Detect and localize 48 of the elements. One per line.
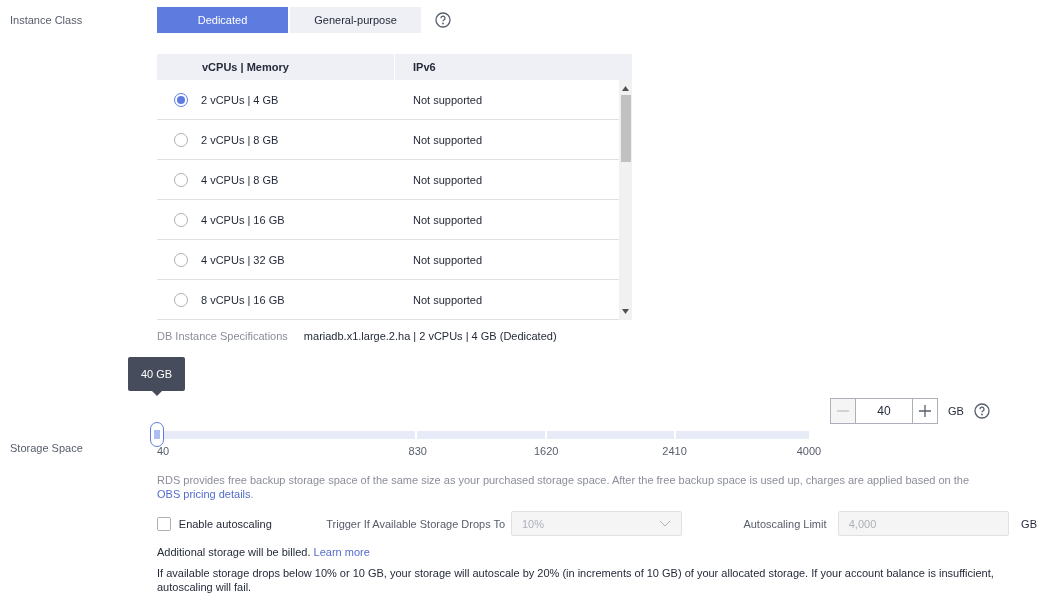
table-cell: Not supported [413,93,483,106]
field-label: Autoscaling Limit [743,517,828,530]
table-cell: Not supported [413,213,483,226]
checkbox-label: Enable autoscaling [178,517,273,530]
field-label: Instance Class [10,14,84,26]
table-cell-text: 8 vCPUs | 16 GB [201,293,286,306]
tick-label: 2410 [662,445,687,457]
learn-more-link[interactable]: Learn more [313,546,370,558]
slider-thumb[interactable] [150,422,164,447]
class-tab[interactable]: Dedicated [157,7,288,33]
field-label: Storage Space [10,442,84,454]
minus-icon[interactable] [831,399,855,423]
help-icon[interactable] [973,403,990,419]
table-cell-text: 4 vCPUs | 32 GB [201,253,286,266]
scrollbar[interactable] [619,80,632,320]
pricing-link[interactable]: OBS pricing details [157,488,251,500]
tooltip-pointer-icon [151,391,162,396]
help-icon[interactable] [435,12,451,28]
column-header: vCPUs | Memory [157,54,395,80]
table-cell-text: 2 vCPUs | 4 GB [201,93,280,106]
class-tab[interactable]: General-purpose [290,7,421,33]
scrollbar-thumb[interactable] [620,95,631,162]
autoscale-info: If available storage drops below 10% or 10 GB, your storage will autoscale by 20% (in increments of 10 GB) of your allocated storage. If your account balance is insufficient, autoscaling will fail. [157,566,995,594]
table-cell: Not supported [413,133,483,146]
value-tooltip: 40 GB [128,357,186,396]
table-cell-text: 4 vCPUs | 16 GB [201,213,286,226]
unit-label: GB [948,405,964,417]
spec-value: mariadb.x1.large.2.ha | 2 vCPUs | 4 GB (Dedicated) [303,330,557,342]
scroll-down-icon[interactable] [622,309,629,314]
number-stepper[interactable]: 40 [830,398,938,424]
scroll-up-icon[interactable] [622,86,629,91]
table-cell-text: 2 vCPUs | 8 GB [201,133,280,146]
tick-label: 4000 [796,445,822,457]
tick-label: 830 [408,445,427,457]
tick-label: 40 [157,445,170,457]
tick-label: 1620 [533,445,559,457]
table-cell: Not supported [413,293,483,306]
table-cell: Not supported [413,253,483,266]
table-cell-text: 4 vCPUs | 8 GB [201,173,280,186]
checkbox[interactable] [157,516,171,531]
column-header: IPv6 [412,61,436,73]
table-cell: Not supported [413,173,483,186]
backup-note: RDS provides free backup storage space of the same size as your purchased storage space. After the free backup space is used up, charges are applied based on the OBS pricing details. [157,473,971,501]
chevron-down-icon [659,520,672,527]
spec-label: DB Instance Specifications [157,330,288,342]
field-label: Trigger If Available Storage Drops To [326,517,507,530]
billing-note: Additional storage will be billed. Learn more [157,546,371,558]
unit-label: GB [1021,517,1037,530]
